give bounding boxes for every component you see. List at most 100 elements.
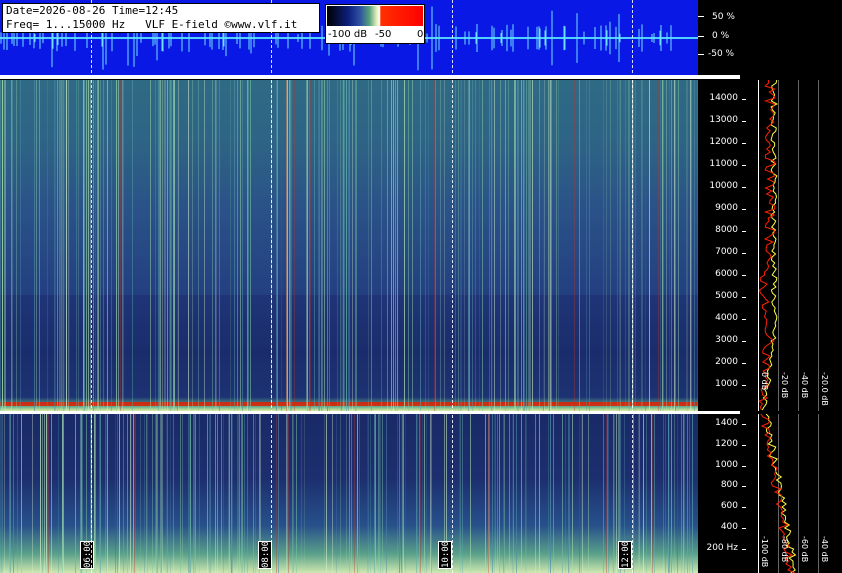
- upper-db-label-0: 0 dB: [760, 372, 769, 391]
- sferic-line: [346, 414, 347, 573]
- sferic-line: [548, 80, 549, 411]
- sferic-line: [617, 80, 618, 411]
- sferic-line: [505, 80, 506, 411]
- lower-db-label-40: -40 dB: [820, 536, 829, 563]
- sferic-line: [516, 414, 517, 573]
- sferic-line: [169, 80, 170, 411]
- sferic-line: [620, 80, 621, 411]
- lower-db-label-80: -80 dB: [780, 536, 789, 563]
- spectrogram-lower: 06:00 08:00 10:00 12:00: [0, 414, 698, 573]
- time-grid-line: [271, 0, 272, 573]
- sferic-line: [629, 80, 630, 411]
- sferic-line: [55, 80, 56, 411]
- sferic-line: [2, 414, 3, 573]
- sferic-line: [10, 414, 11, 573]
- sferic-line: [349, 414, 350, 573]
- sferic-line: [83, 80, 84, 411]
- upper-freq-tick: [742, 99, 746, 100]
- vlf-spectrogram-viewer: Date=2026-08-26 Time=12:45 Freq= 1...150…: [0, 0, 842, 573]
- sferic-line: [530, 80, 531, 411]
- sferic-line: [98, 80, 99, 411]
- sferic-line: [614, 414, 615, 573]
- upper-freq-tick: [742, 363, 746, 364]
- sferic-line: [669, 80, 670, 411]
- sferic-line: [355, 80, 356, 411]
- sferic-line: [460, 414, 461, 573]
- sferic-line: [499, 414, 500, 573]
- sferic-line: [16, 80, 17, 411]
- sferic-line: [192, 80, 193, 411]
- separator-top: [0, 75, 740, 79]
- sferic-line: [586, 80, 587, 411]
- sferic-line-red: [354, 414, 355, 573]
- sferic-line: [93, 80, 94, 411]
- sferic-line: [117, 414, 118, 573]
- sferic-line: [494, 80, 495, 411]
- upper-freq-tick: [742, 165, 746, 166]
- sferic-line: [5, 80, 6, 411]
- sferic-line: [46, 414, 47, 573]
- sferic-line: [489, 80, 490, 411]
- sferic-line: [307, 80, 308, 411]
- sferic-line: [588, 414, 589, 573]
- sferic-line: [343, 80, 344, 411]
- sferic-line: [663, 80, 664, 411]
- sferic-line: [173, 414, 174, 573]
- sferic-line: [694, 80, 695, 411]
- upper-spectrum-trace: [758, 80, 778, 411]
- sferic-line: [475, 80, 476, 411]
- sferic-line: [221, 414, 222, 573]
- sferic-line: [103, 80, 104, 411]
- upper-freq-tick: [742, 121, 746, 122]
- sferic-line: [440, 80, 441, 411]
- upper-freq-label: 8000: [715, 225, 738, 235]
- sferic-line: [379, 414, 380, 573]
- sferic-line-red: [288, 414, 289, 573]
- sferic-line: [97, 80, 98, 411]
- sferic-line: [397, 80, 398, 411]
- sferic-line: [135, 414, 136, 573]
- sferic-line: [687, 414, 688, 573]
- sferic-line: [462, 414, 463, 573]
- sferic-line-red: [669, 414, 670, 573]
- lower-freq-label: 1400: [715, 418, 738, 428]
- sferic-line: [399, 414, 400, 573]
- sferic-line: [359, 414, 360, 573]
- sferic-line: [482, 80, 483, 411]
- sferic-line: [582, 414, 583, 573]
- sferic-line: [253, 414, 254, 573]
- sferic-line: [250, 80, 251, 411]
- sferic-line: [100, 414, 101, 573]
- color-legend-bar: [327, 6, 423, 26]
- sferic-line: [170, 414, 171, 573]
- sferic-line: [242, 80, 243, 411]
- sferic-line: [494, 414, 495, 573]
- sferic-line: [504, 414, 505, 573]
- upper-frequency-scale: 14000 13000 12000 11000 10000 9000 8000 7000 600…: [698, 80, 842, 411]
- waveform-strip: Date=2026-08-26 Time=12:45 Freq= 1...150…: [0, 0, 698, 75]
- freq-text: Freq= 1...15000 Hz VLF E-field ©www.vlf.…: [6, 18, 298, 31]
- sferic-line: [371, 80, 372, 411]
- upper-db-label-20-0: -20.0 dB: [820, 372, 829, 406]
- wave-scale-0: 0 %: [712, 31, 730, 41]
- sferic-line: [217, 414, 218, 573]
- sferic-line: [660, 80, 661, 411]
- sferic-line-red: [69, 80, 70, 411]
- sferic-line: [232, 414, 233, 573]
- sferic-line: [95, 414, 96, 573]
- sferic-line: [165, 80, 166, 411]
- sferic-line: [589, 80, 590, 411]
- sferic-line-red: [574, 80, 575, 411]
- sferic-line: [337, 80, 338, 411]
- sferic-line: [497, 414, 498, 573]
- sferic-line: [2, 80, 3, 411]
- sferic-line: [458, 80, 459, 411]
- sferic-line: [62, 414, 63, 573]
- sferic-line: [167, 80, 168, 411]
- sferic-line: [692, 414, 693, 573]
- sferic-line: [539, 414, 540, 573]
- sferic-line: [351, 414, 352, 573]
- sferic-line: [674, 414, 675, 573]
- info-box: Date=2026-08-26 Time=12:45 Freq= 1...150…: [2, 3, 320, 33]
- sferic-line: [368, 80, 369, 411]
